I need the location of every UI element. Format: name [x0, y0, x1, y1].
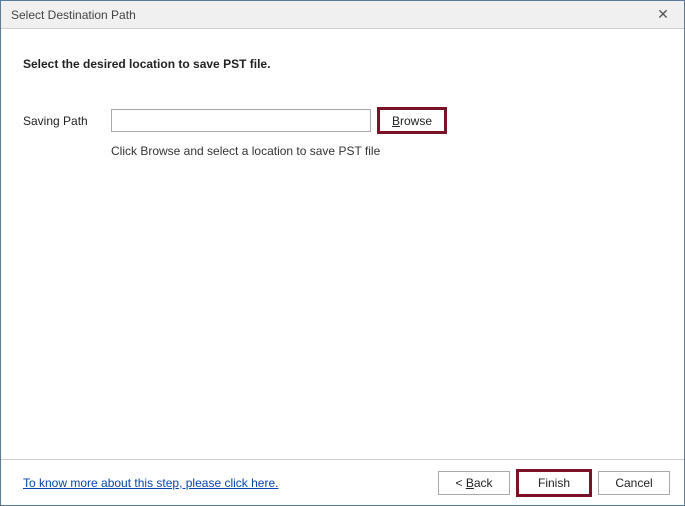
cancel-label: Cancel: [615, 476, 652, 490]
browse-rest: rowse: [400, 114, 432, 128]
dialog-window: Select Destination Path ✕ Select the des…: [0, 0, 685, 506]
finish-label: Finish: [538, 476, 570, 490]
window-title: Select Destination Path: [11, 8, 136, 22]
titlebar: Select Destination Path ✕: [1, 1, 684, 29]
close-icon: ✕: [657, 6, 669, 23]
finish-button[interactable]: Finish: [516, 469, 592, 497]
browse-button[interactable]: Browse: [377, 107, 447, 134]
back-rest: ack: [474, 476, 493, 490]
cancel-button[interactable]: Cancel: [598, 471, 670, 495]
saving-path-label: Saving Path: [23, 114, 111, 128]
browse-accel: B: [392, 114, 400, 128]
footer: To know more about this step, please cli…: [1, 459, 684, 505]
content-area: Select the desired location to save PST …: [1, 29, 684, 459]
help-link[interactable]: To know more about this step, please cli…: [23, 476, 278, 490]
back-button[interactable]: < Back: [438, 471, 510, 495]
back-accel: B: [466, 476, 474, 490]
back-prefix: <: [455, 476, 465, 490]
saving-path-row: Saving Path Browse: [23, 107, 662, 134]
saving-path-input[interactable]: [111, 109, 371, 132]
instruction-heading: Select the desired location to save PST …: [23, 57, 662, 71]
hint-text: Click Browse and select a location to sa…: [111, 144, 662, 158]
footer-buttons: < Back Finish Cancel: [438, 469, 670, 497]
close-button[interactable]: ✕: [648, 5, 678, 25]
